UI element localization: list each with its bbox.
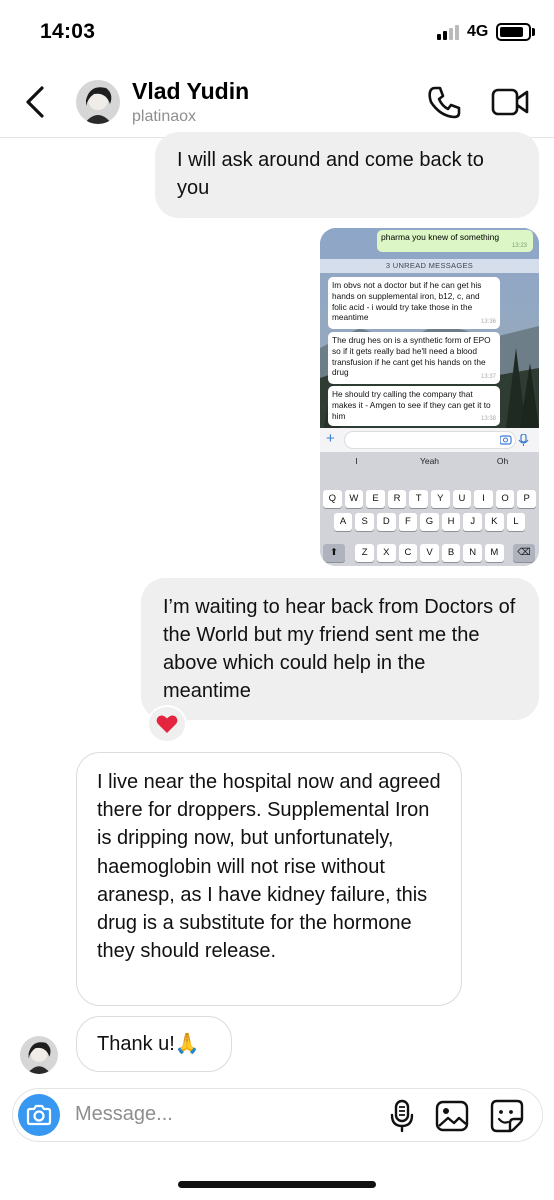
heart-reaction[interactable] — [147, 705, 187, 743]
contact-name[interactable]: Vlad Yudin — [132, 78, 249, 105]
screenshot-incoming-time: 13:38 — [480, 416, 496, 423]
status-bar: 14:03 4G — [0, 0, 554, 66]
image-icon — [435, 1100, 469, 1132]
heart-icon — [156, 715, 178, 733]
gallery-button[interactable] — [435, 1099, 469, 1133]
contact-username[interactable]: platinaox — [132, 108, 196, 126]
chat-header: Vlad Yudin platinaox — [0, 66, 554, 138]
message-bubble-outgoing[interactable]: I’m waiting to hear back from Doctors of… — [141, 578, 539, 720]
key: Q — [323, 490, 342, 508]
message-bubble-incoming[interactable]: I live near the hospital now and agreed … — [76, 752, 462, 1006]
screenshot-incoming-message: The drug hes on is a synthetic form of E… — [328, 332, 500, 384]
key: O — [495, 490, 515, 508]
key: C — [398, 544, 418, 562]
camera-icon — [26, 1104, 52, 1126]
key: A — [333, 513, 353, 531]
key: U — [452, 490, 472, 508]
video-call-button[interactable] — [490, 86, 530, 118]
screenshot-outgoing-text: pharma you knew of something — [381, 232, 500, 242]
shared-screenshot[interactable]: pharma you knew of something 13:23 3 UNR… — [320, 228, 539, 566]
microphone-icon — [390, 1099, 414, 1133]
back-button[interactable] — [22, 84, 52, 120]
key: Y — [431, 490, 450, 508]
suggestion: Oh — [496, 456, 509, 466]
plus-icon: + — [326, 430, 335, 447]
key: R — [387, 490, 407, 508]
key: N — [463, 544, 482, 562]
screenshot-outgoing-message: pharma you knew of something 13:23 — [377, 230, 533, 252]
battery-icon — [496, 23, 531, 41]
chevron-left-icon — [26, 86, 44, 118]
battery-cap — [532, 28, 535, 36]
key: B — [441, 544, 461, 562]
screenshot-outgoing-time: 13:23 — [511, 243, 527, 249]
key: X — [377, 544, 396, 562]
suggestion: I — [355, 456, 358, 466]
network-type: 4G — [467, 23, 489, 40]
message-bubble-outgoing[interactable]: I will ask around and come back to you — [155, 132, 539, 218]
key: H — [441, 513, 461, 531]
screenshot-text-field — [344, 431, 516, 449]
key: T — [409, 490, 428, 508]
signal-icon — [437, 24, 463, 40]
key: J — [463, 513, 482, 531]
key: G — [420, 513, 439, 531]
camera-mic-icons — [500, 434, 529, 446]
backspace-key: ⌫ — [513, 544, 535, 562]
key: K — [485, 513, 504, 531]
suggestion: Yeah — [419, 456, 440, 466]
message-bubble-incoming[interactable]: Thank u!🙏 — [76, 1016, 232, 1072]
screenshot-incoming-time: 13:36 — [480, 319, 496, 326]
phone-icon — [428, 86, 461, 119]
screenshot-incoming-text: He should try calling the company that m… — [332, 389, 491, 421]
key: D — [377, 513, 396, 531]
screenshot-incoming-text: The drug hes on is a synthetic form of E… — [332, 335, 491, 378]
shift-key: ⬆ — [323, 544, 345, 562]
key: S — [355, 513, 374, 531]
key: Z — [355, 544, 374, 562]
key: V — [420, 544, 439, 562]
key: L — [506, 513, 526, 531]
home-indicator — [178, 1181, 376, 1188]
key: M — [485, 544, 504, 562]
key: W — [344, 490, 364, 508]
sender-avatar[interactable] — [20, 1036, 58, 1074]
message-composer: Message... — [12, 1088, 543, 1142]
video-camera-icon — [491, 88, 529, 116]
avatar[interactable] — [76, 80, 120, 124]
screenshot-composer: + — [320, 428, 539, 452]
message-input[interactable]: Message... — [75, 1103, 173, 1126]
key: P — [517, 490, 536, 508]
screenshot-incoming-time: 13:37 — [480, 374, 496, 381]
sticker-button[interactable] — [489, 1098, 525, 1134]
battery-level — [500, 27, 523, 37]
key: F — [398, 513, 418, 531]
voice-message-button[interactable] — [388, 1099, 416, 1133]
key: E — [366, 490, 385, 508]
sticker-icon — [490, 1099, 524, 1133]
unread-banner: 3 UNREAD MESSAGES — [320, 259, 539, 273]
status-time: 14:03 — [40, 20, 96, 43]
voice-call-button[interactable] — [426, 84, 462, 120]
camera-button[interactable] — [18, 1094, 60, 1136]
screenshot-keyboard: I Yeah Oh ⬆ ⌫ QWERTYUIOPASDFGHJKLZXCVBNM — [320, 452, 539, 566]
key: I — [474, 490, 493, 508]
screenshot-incoming-message: He should try calling the company that m… — [328, 386, 500, 426]
screenshot-incoming-message: Im obvs not a doctor but if he can get h… — [328, 277, 500, 329]
screenshot-incoming-text: Im obvs not a doctor but if he can get h… — [332, 280, 482, 323]
